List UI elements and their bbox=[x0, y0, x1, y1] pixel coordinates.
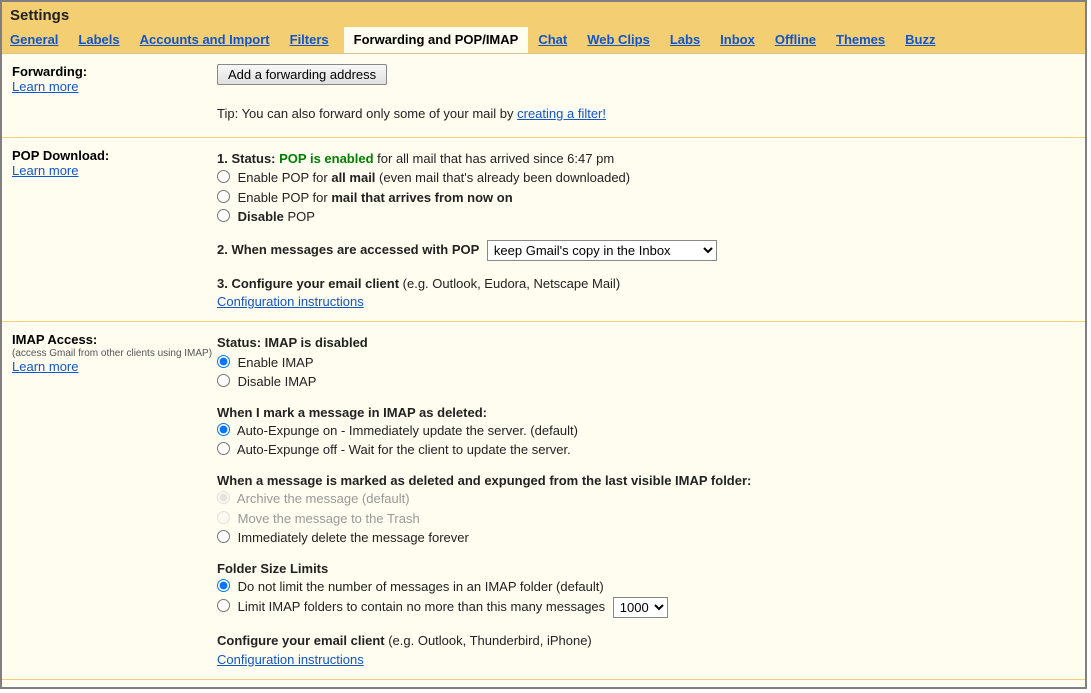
imap-expunge-on-option[interactable]: Auto-Expunge on - Immediately update the… bbox=[217, 423, 578, 438]
add-forwarding-address-button[interactable]: Add a forwarding address bbox=[217, 64, 387, 85]
pop-learn-more-link[interactable]: Learn more bbox=[12, 163, 78, 178]
imap-trash-radio[interactable] bbox=[217, 511, 230, 524]
tab-filters[interactable]: Filters bbox=[290, 29, 329, 53]
pop-enable-now-radio[interactable] bbox=[217, 190, 230, 203]
settings-content: Forwarding: Learn more Add a forwarding … bbox=[2, 54, 1085, 686]
imap-delete-heading: When I mark a message in IMAP as deleted… bbox=[217, 405, 1075, 420]
imap-delete-forever-option[interactable]: Immediately delete the message forever bbox=[217, 530, 469, 545]
imap-enable-radio[interactable] bbox=[217, 355, 230, 368]
tab-labs[interactable]: Labs bbox=[670, 29, 700, 53]
tab-accounts[interactable]: Accounts and Import bbox=[140, 29, 270, 53]
tab-webclips[interactable]: Web Clips bbox=[587, 29, 650, 53]
section-forwarding: Forwarding: Learn more Add a forwarding … bbox=[2, 54, 1085, 138]
imap-folder-nolimit-option[interactable]: Do not limit the number of messages in a… bbox=[217, 579, 604, 594]
pop-enable-all-option[interactable]: Enable POP for all mail (even mail that'… bbox=[217, 170, 630, 185]
tab-forwarding[interactable]: Forwarding and POP/IMAP bbox=[344, 27, 529, 53]
pop-enable-now-option[interactable]: Enable POP for mail that arrives from no… bbox=[217, 190, 513, 205]
imap-folder-nolimit-radio[interactable] bbox=[217, 579, 230, 592]
imap-learn-more-link[interactable]: Learn more bbox=[12, 359, 78, 374]
tab-inbox[interactable]: Inbox bbox=[720, 29, 755, 53]
imap-expunge-off-radio[interactable] bbox=[217, 442, 230, 455]
imap-subtitle: (access Gmail from other clients using I… bbox=[12, 348, 217, 359]
imap-status: Status: IMAP is disabled bbox=[217, 334, 1075, 352]
tab-general[interactable]: General bbox=[10, 29, 58, 53]
tab-themes[interactable]: Themes bbox=[836, 29, 885, 53]
settings-tabs: General Labels Accounts and Import Filte… bbox=[2, 27, 1085, 53]
tab-offline[interactable]: Offline bbox=[775, 29, 816, 53]
pop-access-select[interactable]: keep Gmail's copy in the Inbox bbox=[487, 240, 717, 261]
imap-folder-limit-radio[interactable] bbox=[217, 599, 230, 612]
imap-folder-limit-option[interactable]: Limit IMAP folders to contain no more th… bbox=[217, 599, 609, 614]
imap-archive-radio[interactable] bbox=[217, 491, 230, 504]
imap-delete-forever-radio[interactable] bbox=[217, 530, 230, 543]
tab-buzz[interactable]: Buzz bbox=[905, 29, 935, 53]
pop-title: POP Download: bbox=[12, 148, 217, 163]
pop-status-value: POP is enabled bbox=[279, 151, 373, 166]
pop-disable-option[interactable]: Disable POP bbox=[217, 209, 315, 224]
imap-enable-option[interactable]: Enable IMAP bbox=[217, 355, 314, 370]
imap-disable-option[interactable]: Disable IMAP bbox=[217, 374, 316, 389]
imap-config-instructions-link[interactable]: Configuration instructions bbox=[217, 652, 364, 667]
imap-trash-option[interactable]: Move the message to the Trash bbox=[217, 511, 420, 526]
section-imap: IMAP Access: (access Gmail from other cl… bbox=[2, 322, 1085, 678]
forwarding-tip: Tip: You can also forward only some of y… bbox=[217, 105, 1075, 123]
pop-disable-radio[interactable] bbox=[217, 209, 230, 222]
pop-status-row: 1. Status: POP is enabled for all mail t… bbox=[217, 150, 1075, 168]
tab-chat[interactable]: Chat bbox=[538, 29, 567, 53]
imap-expunge-heading: When a message is marked as deleted and … bbox=[217, 473, 1075, 488]
footer-buttons: Save Changes Cancel bbox=[2, 679, 1085, 686]
pop-enable-all-radio[interactable] bbox=[217, 170, 230, 183]
imap-archive-option[interactable]: Archive the message (default) bbox=[217, 491, 410, 506]
imap-title: IMAP Access: bbox=[12, 332, 217, 347]
settings-header: Settings General Labels Accounts and Imp… bbox=[2, 2, 1085, 54]
imap-folder-heading: Folder Size Limits bbox=[217, 561, 1075, 576]
forwarding-learn-more-link[interactable]: Learn more bbox=[12, 79, 78, 94]
imap-expunge-on-radio[interactable] bbox=[217, 423, 230, 436]
imap-expunge-off-option[interactable]: Auto-Expunge off - Wait for the client t… bbox=[217, 442, 571, 457]
pop-config-instructions-link[interactable]: Configuration instructions bbox=[217, 294, 364, 309]
imap-folder-limit-select[interactable]: 1000 bbox=[613, 597, 668, 618]
create-filter-link[interactable]: creating a filter! bbox=[517, 106, 606, 121]
tab-labels[interactable]: Labels bbox=[78, 29, 119, 53]
imap-disable-radio[interactable] bbox=[217, 374, 230, 387]
page-title: Settings bbox=[2, 2, 1085, 27]
forwarding-title: Forwarding: bbox=[12, 64, 217, 79]
section-pop: POP Download: Learn more 1. Status: POP … bbox=[2, 138, 1085, 323]
settings-window: Settings General Labels Accounts and Imp… bbox=[0, 0, 1087, 689]
pop-access-label: 2. When messages are accessed with POP bbox=[217, 242, 479, 257]
